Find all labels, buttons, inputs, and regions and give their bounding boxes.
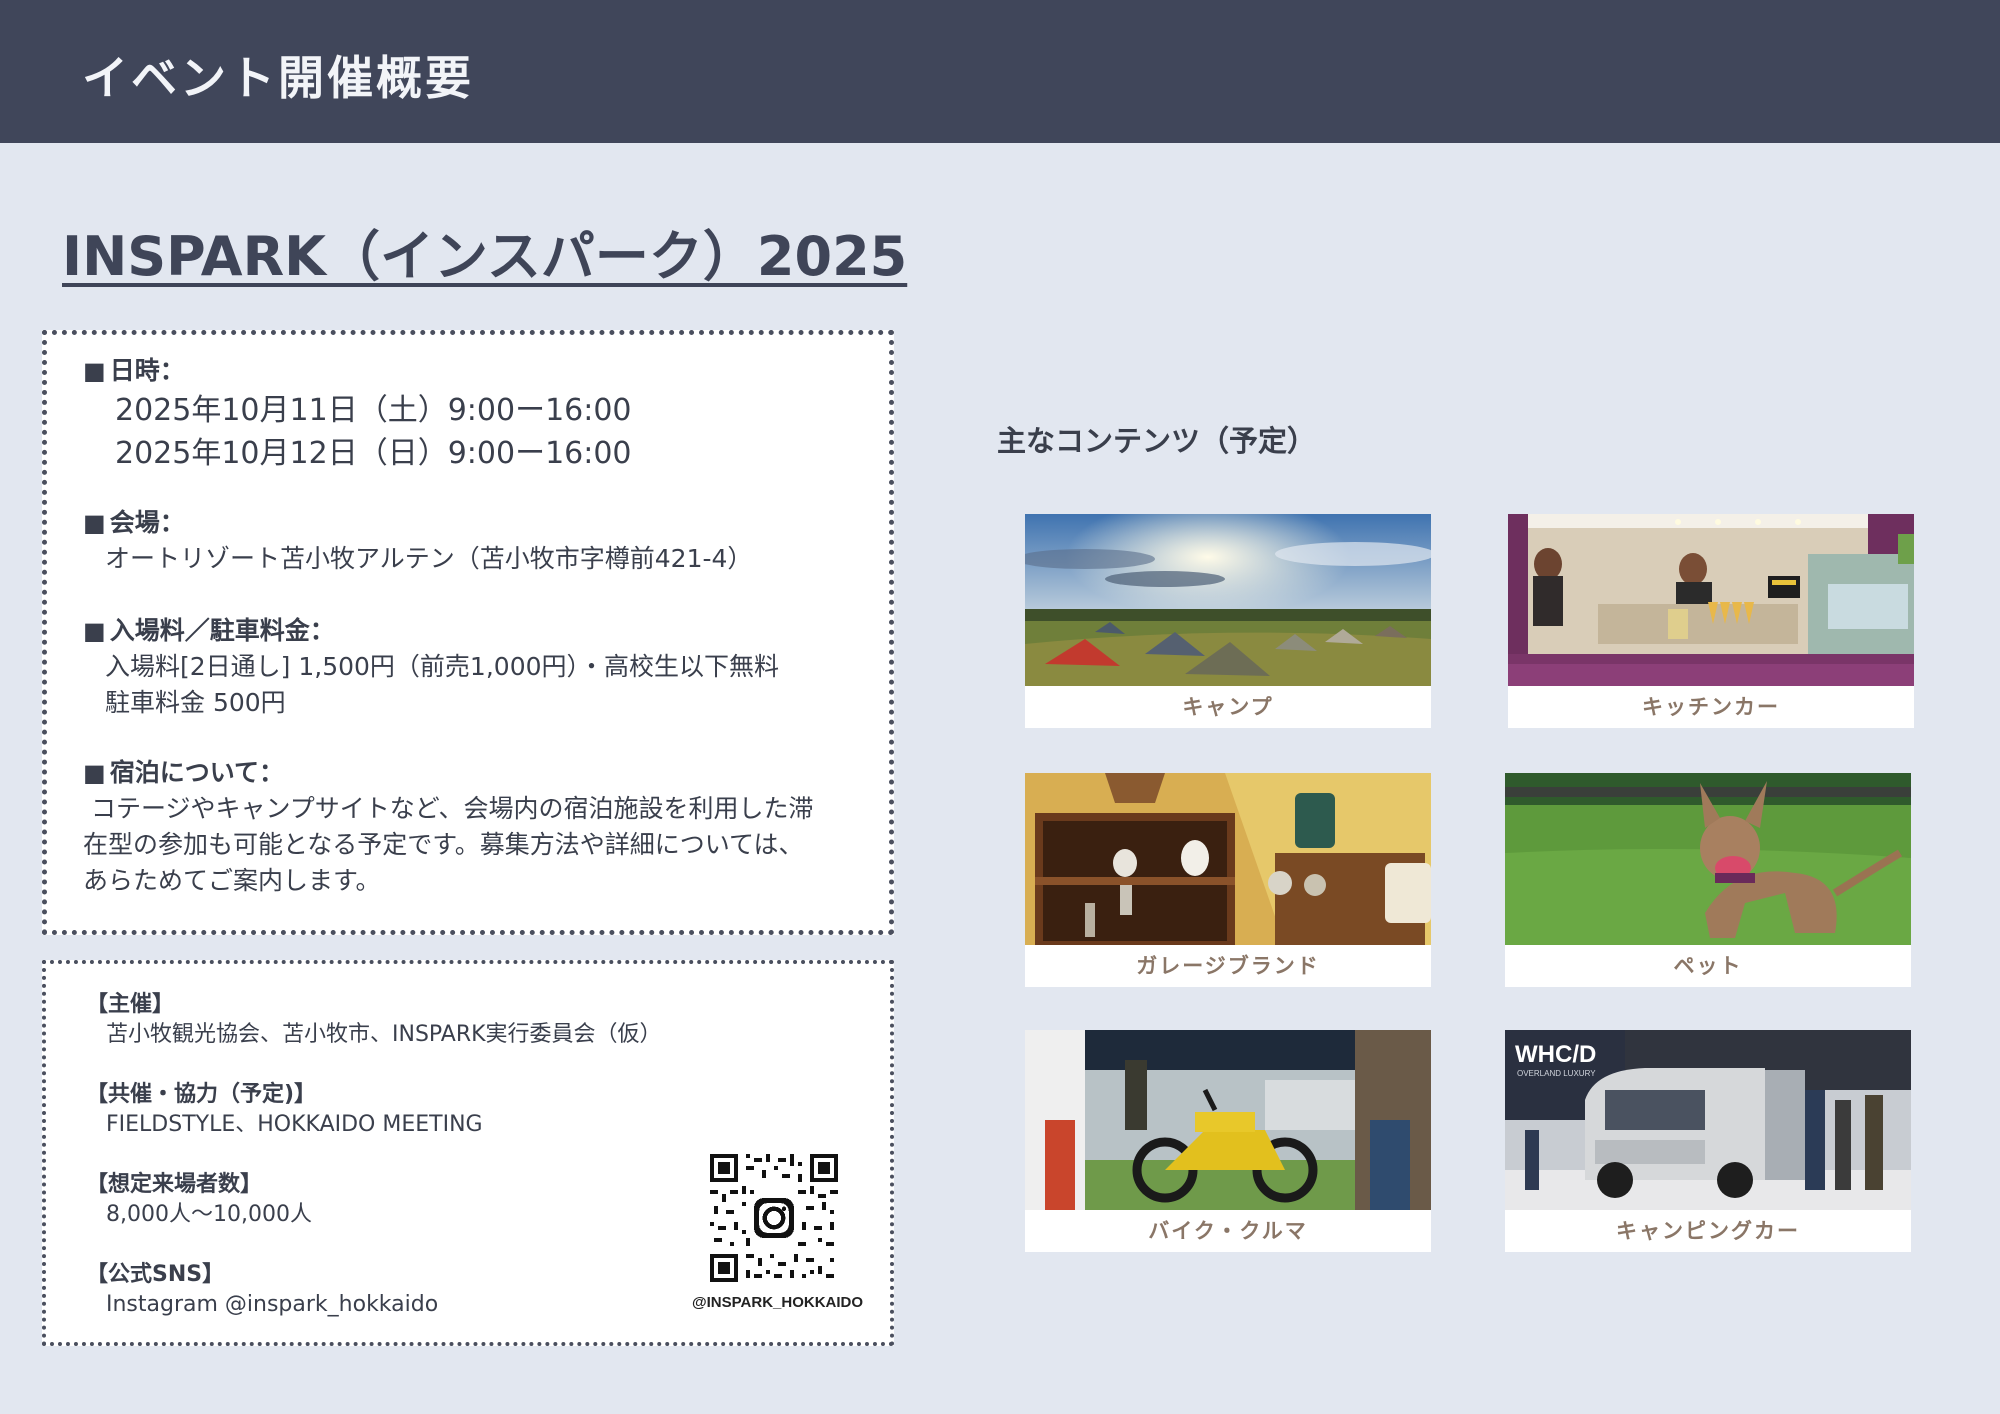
content-card-bike-car[interactable]: バイク・クルマ: [1025, 1030, 1431, 1252]
organizer-box: 【主催】 苫小牧観光協会、苫小牧市、INSPARK実行委員会（仮） 【共催・協力…: [42, 960, 894, 1346]
fee-section: ■ 入場料／駐車料金： 入場料[2日通し] 1,500円（前売1,000円）・高校…: [83, 613, 883, 721]
bike-car-photo: [1025, 1030, 1431, 1210]
date-line: 2025年10月11日（土）9:00ー16:00: [115, 393, 632, 428]
visitors-value: 8,000人〜10,000人: [106, 1202, 312, 1227]
content-card-kitchen-car[interactable]: キッチンカー: [1508, 514, 1914, 728]
content-card-camp[interactable]: キャンプ: [1025, 514, 1431, 728]
fee-line: 入場料[2日通し] 1,500円（前売1,000円）・高校生以下無料: [105, 652, 780, 681]
event-title: INSPARK（インスパーク）2025: [62, 225, 908, 288]
fee-heading-text: 入場料／駐車料金：: [109, 616, 335, 645]
square-bullet-icon: ■: [83, 617, 106, 645]
card-label: キャンプ: [1182, 695, 1274, 719]
card-label: キャンピングカー: [1616, 1219, 1800, 1243]
content-card-garage-brand[interactable]: ガレージブランド: [1025, 773, 1431, 987]
sns-block: 【公式SNS】 Instagram @inspark_hokkaido: [86, 1260, 438, 1320]
qr-code-icon[interactable]: [710, 1154, 838, 1282]
visitors-heading: 【想定来場者数】: [86, 1172, 263, 1197]
fee-heading: ■ 入場料／駐車料金：: [83, 613, 883, 649]
stay-section: ■ 宿泊について： コテージやキャンプサイトなど、会場内の宿泊施設を利用した滞 在…: [83, 755, 883, 899]
square-bullet-icon: ■: [83, 759, 106, 787]
event-info-box: ■ 日時： 2025年10月11日（土）9:00ー16:00 2025年10月12…: [42, 330, 894, 935]
sns-heading: 【公式SNS】: [86, 1262, 225, 1287]
venue-heading: ■ 会場：: [83, 505, 883, 541]
card-label: キッチンカー: [1642, 695, 1780, 719]
fee-line: 駐車料金 500円: [105, 688, 286, 717]
header-bar: イベント開催概要: [0, 0, 2000, 143]
stay-line: コテージやキャンプサイトなど、会場内の宿泊施設を利用した滞: [83, 794, 814, 823]
stay-line: あらためてご案内します。: [83, 866, 381, 895]
garage-brand-photo: [1025, 773, 1431, 945]
date-section: ■ 日時： 2025年10月11日（土）9:00ー16:00 2025年10月12…: [83, 353, 883, 475]
host-value: 苫小牧観光協会、苫小牧市、INSPARK実行委員会（仮）: [106, 1022, 662, 1047]
content-card-pet[interactable]: ペット: [1505, 773, 1911, 987]
content-card-camping-car[interactable]: WHC/D OVERLAND LUXURY キャンピングカー: [1505, 1030, 1911, 1252]
card-label: ペット: [1673, 954, 1743, 978]
contents-title: 主なコンテンツ（予定）: [997, 424, 1317, 458]
card-label: ガレージブランド: [1136, 954, 1320, 978]
co-host-heading: 【共催・協力（予定)】: [86, 1082, 317, 1107]
card-label: バイク・クルマ: [1148, 1219, 1308, 1243]
date-heading-text: 日時：: [109, 356, 185, 385]
host-heading: 【主催】: [86, 992, 175, 1017]
venue-heading-text: 会場：: [109, 508, 185, 537]
camping-car-photo: WHC/D OVERLAND LUXURY: [1505, 1030, 1911, 1210]
van-brand-text: WHC/D: [1515, 1041, 1596, 1068]
co-host-value: FIELDSTYLE、HOKKAIDO MEETING: [106, 1112, 483, 1137]
van-sub-text: OVERLAND LUXURY: [1517, 1069, 1596, 1078]
visitors-block: 【想定来場者数】 8,000人〜10,000人: [86, 1170, 312, 1230]
square-bullet-icon: ■: [83, 357, 106, 385]
stay-heading: ■ 宿泊について：: [83, 755, 883, 791]
pet-photo: [1505, 773, 1911, 945]
qr-caption: @INSPARK_HOKKAIDO: [692, 1294, 864, 1311]
venue-section: ■ 会場： オートリゾート苫小牧アルテン（苫小牧市字樽前421-4）: [83, 505, 883, 577]
date-heading: ■ 日時：: [83, 353, 883, 389]
stay-line: 在型の参加も可能となる予定です。募集方法や詳細については、: [83, 830, 804, 859]
page-title: イベント開催概要: [82, 51, 474, 105]
camp-photo: [1025, 514, 1431, 686]
sns-value: Instagram @inspark_hokkaido: [106, 1292, 439, 1317]
stay-heading-text: 宿泊について：: [109, 758, 284, 787]
co-host-block: 【共催・協力（予定)】 FIELDSTYLE、HOKKAIDO MEETING: [86, 1080, 483, 1140]
kitchen-car-photo: [1508, 514, 1914, 686]
host-block: 【主催】 苫小牧観光協会、苫小牧市、INSPARK実行委員会（仮）: [86, 990, 662, 1050]
date-line: 2025年10月12日（日）9:00ー16:00: [115, 436, 632, 471]
venue-line: オートリゾート苫小牧アルテン（苫小牧市字樽前421-4）: [105, 544, 753, 573]
square-bullet-icon: ■: [83, 509, 106, 537]
